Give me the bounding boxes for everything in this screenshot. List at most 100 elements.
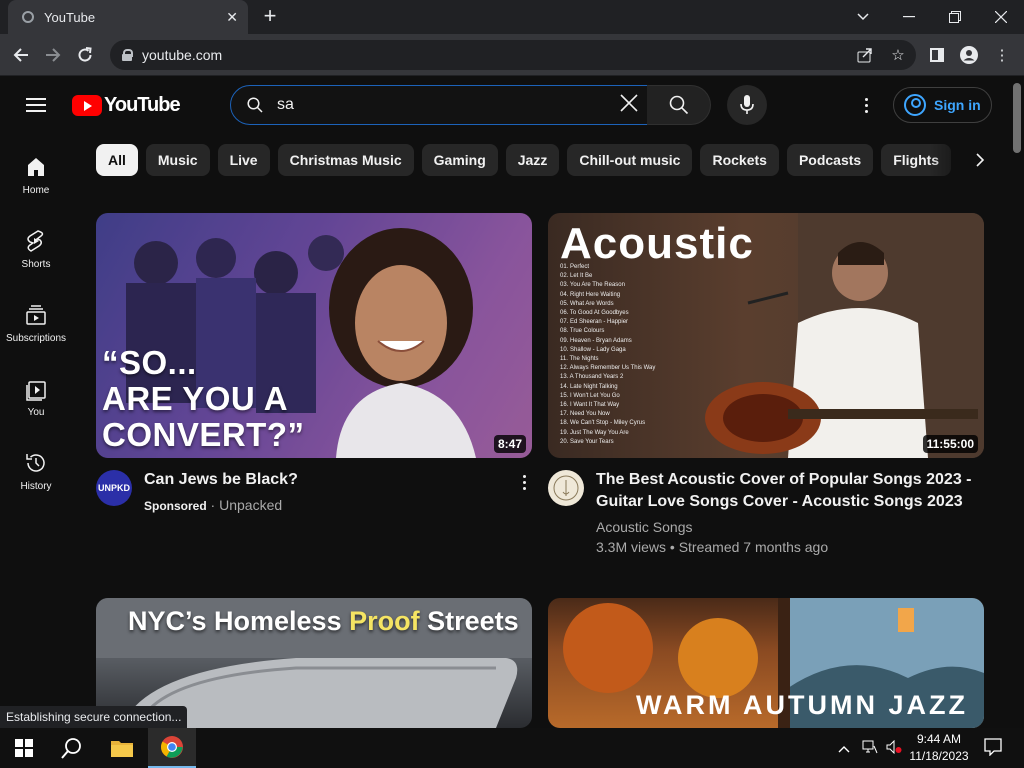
search-button[interactable] — [647, 85, 711, 125]
tracklist-item: 20. Save Your Tears — [560, 438, 614, 445]
back-button[interactable] — [8, 42, 34, 68]
sign-in-label: Sign in — [934, 97, 981, 113]
tracklist-item: 10. Shallow - Lady Gaga — [560, 346, 626, 353]
browser-toolbar: youtube.com ☆ ⋮ — [0, 34, 1024, 76]
video-options-icon[interactable] — [514, 472, 534, 492]
settings-kebab-icon[interactable] — [856, 95, 876, 115]
restore-button[interactable] — [932, 0, 978, 34]
video-meta: Sponsored · Unpacked — [144, 497, 283, 513]
lock-icon[interactable] — [122, 49, 133, 61]
video-title[interactable]: The Best Acoustic Cover of Popular Songs… — [596, 469, 976, 513]
tracklist-item: 05. What Are Words — [560, 300, 614, 307]
forward-button[interactable] — [40, 42, 66, 68]
network-icon[interactable] — [862, 740, 878, 757]
caption-highlight: Proof — [349, 606, 420, 636]
search-input[interactable]: sa — [230, 85, 648, 125]
video-thumbnail[interactable]: WARM AUTUMN JAZZ — [548, 598, 984, 728]
youtube-play-icon — [72, 95, 102, 116]
taskbar-search-icon[interactable] — [48, 728, 96, 768]
you-icon — [26, 381, 46, 401]
minimize-button[interactable] — [886, 0, 932, 34]
video-thumbnail[interactable]: “SO... ARE YOU A CONVERT?” 8:47 — [96, 213, 532, 458]
guide-label: Shorts — [21, 259, 51, 270]
file-explorer-icon[interactable] — [98, 728, 146, 768]
action-center-icon[interactable] — [984, 738, 1002, 759]
chip-rockets[interactable]: Rockets — [700, 144, 779, 176]
search-button-icon — [669, 95, 688, 115]
guide-item-subscriptions[interactable]: Subscriptions — [0, 303, 72, 373]
chip-podcasts[interactable]: Podcasts — [786, 144, 874, 176]
share-icon[interactable] — [852, 42, 878, 68]
chip-chill-out-music[interactable]: Chill-out music — [567, 144, 693, 176]
guide-item-home[interactable]: Home — [0, 155, 72, 225]
tab-close-icon[interactable]: ✕ — [226, 9, 238, 26]
tracklist-item: 13. A Thousand Years 2 — [560, 374, 624, 381]
thumbnail-caption: NYC’s Homeless Proof Streets — [128, 606, 519, 637]
chip-live[interactable]: Live — [217, 144, 270, 176]
tab-search-chevron-icon[interactable] — [840, 0, 886, 34]
caption-part: NYC’s Homeless — [128, 606, 350, 636]
tracklist-item: 18. We Can't Stop - Miley Cyrus — [560, 420, 646, 427]
tab-title: YouTube — [44, 9, 96, 25]
close-window-button[interactable] — [978, 0, 1024, 34]
clear-search-icon[interactable] — [611, 91, 647, 119]
video-thumbnail[interactable]: Acoustic 01. Perfect 02. Let It Be 03. You… — [548, 213, 984, 458]
chrome-taskbar-icon[interactable] — [148, 728, 196, 768]
guide-label: You — [27, 407, 45, 418]
tracklist-item: 07. Ed Sheeran - Happier — [560, 319, 629, 326]
new-tab-button[interactable]: + — [258, 3, 282, 28]
guide-item-shorts[interactable]: Shorts — [0, 229, 72, 299]
microphone-icon — [740, 95, 754, 114]
chip-christmas-music[interactable]: Christmas Music — [277, 144, 414, 176]
guide-label: Subscriptions — [5, 333, 67, 344]
chrome-menu-icon[interactable]: ⋮ — [989, 42, 1015, 68]
voice-search-button[interactable] — [727, 85, 767, 125]
browser-tab[interactable]: YouTube ✕ — [8, 0, 248, 34]
windows-taskbar: 9:44 AM 11/18/2023 — [0, 728, 1024, 768]
volume-muted-icon[interactable] — [886, 739, 902, 757]
chip-gaming[interactable]: Gaming — [421, 144, 498, 176]
video-duration: 11:55:00 — [922, 435, 978, 453]
guide-item-you[interactable]: You — [0, 377, 72, 447]
tracklist-item: 16. I Want It That Way — [560, 402, 620, 409]
address-bar[interactable]: youtube.com — [110, 40, 916, 70]
guide-item-history[interactable]: History — [0, 451, 72, 521]
subscriptions-icon — [26, 305, 46, 325]
side-panel-icon[interactable] — [924, 42, 950, 68]
browser-status-bubble: Establishing secure connection... — [0, 706, 188, 728]
tray-overflow-chevron-icon[interactable] — [838, 740, 850, 756]
bookmark-star-icon[interactable]: ☆ — [885, 42, 911, 68]
reload-button[interactable] — [72, 42, 98, 68]
scrollbar-thumb[interactable] — [1013, 83, 1021, 153]
channel-name[interactable]: Acoustic Songs — [596, 517, 693, 537]
search-query: sa — [277, 96, 294, 113]
chip-music[interactable]: Music — [145, 144, 210, 176]
browser-tab-strip: YouTube ✕ + — [0, 0, 1024, 34]
channel-avatar[interactable] — [548, 470, 584, 506]
menu-icon[interactable] — [26, 98, 46, 112]
tracklist-item: 03. You Are The Reason — [560, 282, 625, 289]
profile-icon[interactable] — [956, 42, 982, 68]
caption-part: Streets — [419, 606, 519, 636]
channel-avatar[interactable]: UNPKD — [96, 470, 132, 506]
youtube-logo[interactable]: YouTube — [72, 94, 181, 117]
channel-name[interactable]: Unpacked — [219, 497, 282, 513]
sign-in-button[interactable]: Sign in — [893, 87, 992, 123]
account-icon — [904, 94, 926, 116]
tracklist-item: 19. Just The Way You Are — [560, 429, 629, 436]
video-title-line: Guitar Love Songs Cover - Acoustic Songs… — [596, 493, 963, 510]
tracklist-item: 14. Late Night Talking — [560, 383, 618, 390]
chip-all[interactable]: All — [96, 144, 138, 176]
shorts-icon — [27, 230, 44, 252]
video-title[interactable]: Can Jews be Black? — [144, 469, 298, 491]
taskbar-clock[interactable]: 9:44 AM 11/18/2023 — [906, 731, 972, 765]
guide-label: History — [20, 481, 52, 492]
video-duration: 8:47 — [493, 435, 526, 453]
thumbnail-tracklist: 01. Perfect 02. Let It Be 03. You Are The … — [560, 263, 655, 447]
chip-jazz[interactable]: Jazz — [505, 144, 560, 176]
windows-start-icon[interactable] — [0, 728, 48, 768]
chips-next-chevron-icon[interactable] — [964, 144, 996, 176]
clock-time: 9:44 AM — [916, 732, 962, 746]
page-scrollbar[interactable] — [1010, 77, 1024, 728]
home-icon — [28, 158, 44, 176]
